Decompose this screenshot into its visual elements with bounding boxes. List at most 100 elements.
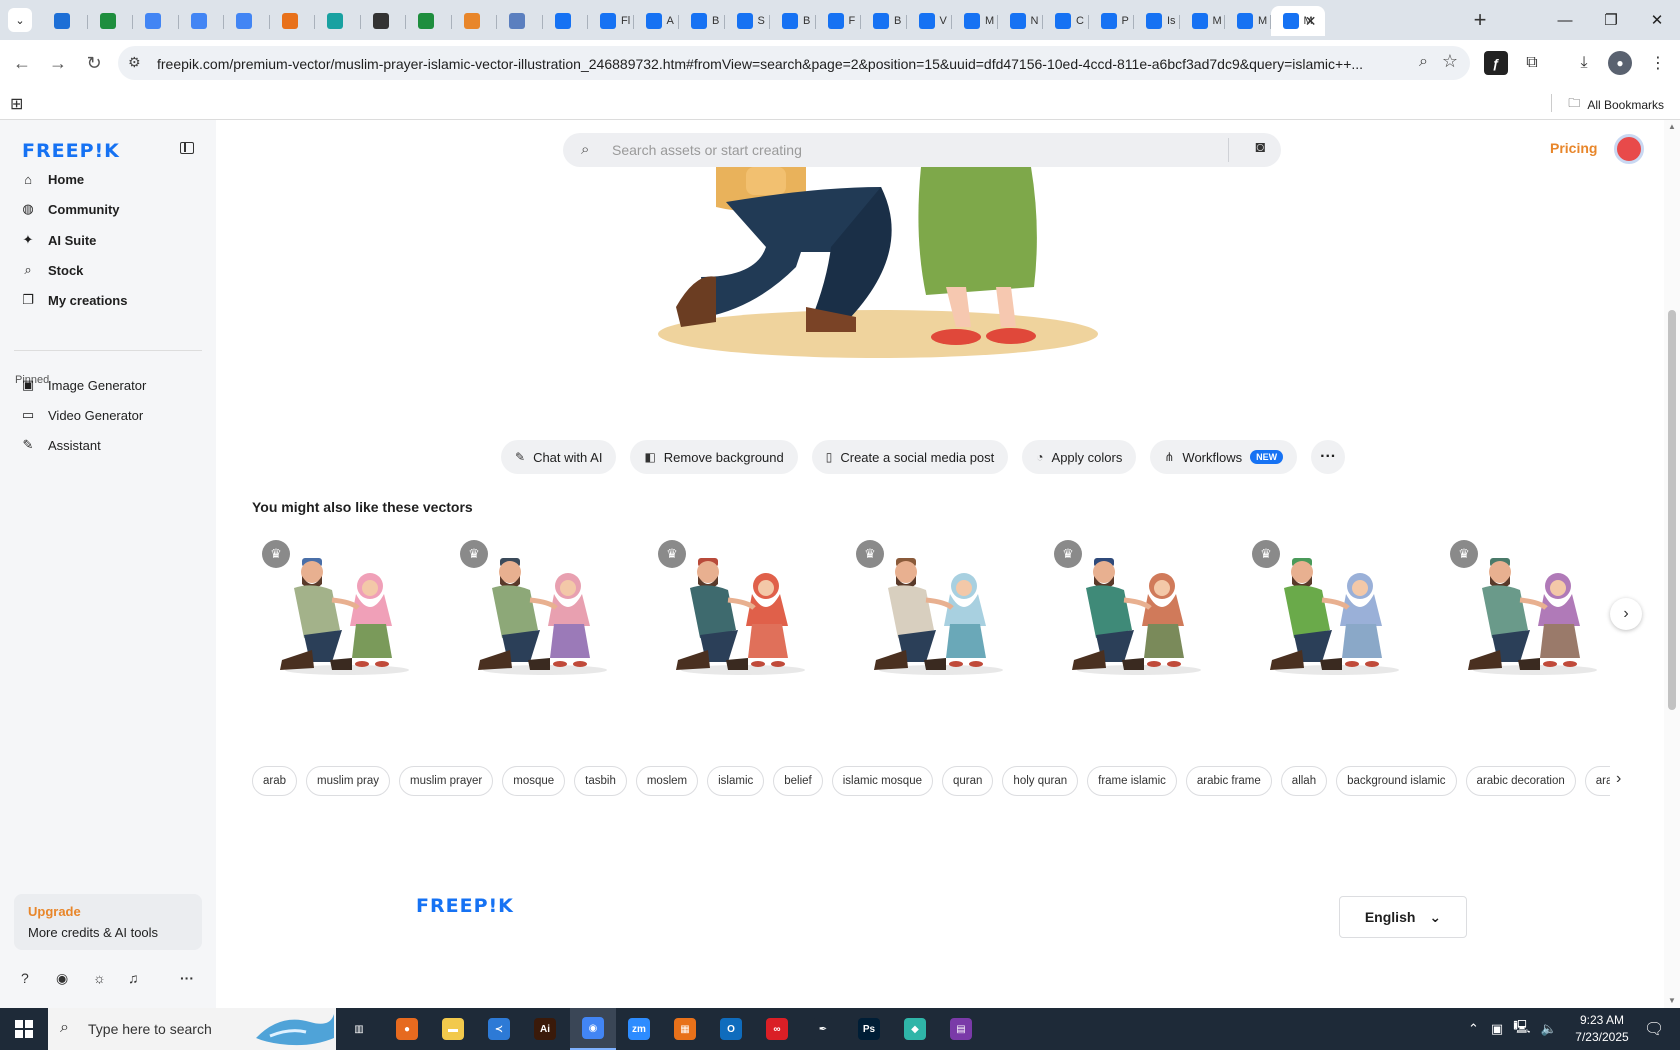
tag-chip[interactable]: arabic frame bbox=[1185, 766, 1272, 796]
browser-tab[interactable]: Fl bbox=[588, 6, 634, 36]
screen-capture-icon[interactable]: ▣ bbox=[1491, 1021, 1503, 1037]
tag-chip[interactable]: quran bbox=[942, 766, 994, 796]
close-window-button[interactable]: ✕ bbox=[1634, 0, 1680, 40]
browser-tab[interactable]: M bbox=[1225, 6, 1271, 36]
create-a-social-media-post-button[interactable]: ▯ Create a social media post bbox=[811, 440, 1009, 474]
sidebar-collapse-icon[interactable] bbox=[180, 142, 194, 154]
browser-tab[interactable] bbox=[42, 6, 88, 36]
search-input[interactable]: ⌕ Search assets or start creating ◙ bbox=[563, 133, 1281, 167]
taskbar-app-app-teal[interactable]: ◆ bbox=[892, 1008, 938, 1050]
forward-button[interactable]: → bbox=[44, 49, 72, 77]
tag-chip[interactable]: arabic o bbox=[1584, 766, 1610, 796]
bookmark-star-icon[interactable]: ☆ bbox=[1442, 51, 1458, 72]
close-tab-icon[interactable]: ✕ bbox=[1305, 13, 1317, 30]
related-vector-card[interactable]: ♛ bbox=[1242, 530, 1422, 680]
sidebar-item-stock[interactable]: ⌕ Stock bbox=[20, 257, 83, 283]
tag-chip[interactable]: islamic bbox=[707, 766, 765, 796]
reload-button[interactable]: ↻ bbox=[80, 49, 108, 77]
network-icon[interactable]: 🖳 bbox=[1513, 1018, 1530, 1040]
new-tab-button[interactable]: + bbox=[1465, 6, 1495, 34]
browser-tab[interactable] bbox=[88, 6, 134, 36]
browser-tab[interactable] bbox=[543, 6, 589, 36]
tab-search-button[interactable]: ⌄ bbox=[8, 8, 32, 32]
related-vector-card[interactable]: ♛ bbox=[846, 530, 1026, 680]
tag-chip[interactable]: tasbih bbox=[574, 766, 627, 796]
help-icon[interactable]: ? bbox=[21, 970, 29, 986]
browser-tab[interactable] bbox=[406, 6, 452, 36]
tag-chip[interactable]: arab bbox=[252, 766, 298, 796]
workflows-button[interactable]: ⋔ Workflows NEW bbox=[1150, 440, 1298, 474]
freepik-logo[interactable]: FREEP!K bbox=[22, 140, 120, 162]
related-vector-card[interactable]: ♛ bbox=[450, 530, 630, 680]
sidebar-item-ai-suite[interactable]: ✦ AI Suite bbox=[20, 227, 97, 253]
tag-chip[interactable]: mosque bbox=[502, 766, 566, 796]
browser-tab[interactable] bbox=[270, 6, 316, 36]
browser-tab[interactable]: Is bbox=[1134, 6, 1180, 36]
browser-tab[interactable] bbox=[361, 6, 407, 36]
more-options-icon[interactable]: ··· bbox=[180, 970, 194, 986]
language-select[interactable]: English ⌄ bbox=[1339, 896, 1467, 938]
remove-background-button[interactable]: ◧ Remove background bbox=[630, 440, 798, 474]
url-text[interactable]: freepik.com/premium-vector/muslim-prayer… bbox=[157, 56, 1397, 72]
browser-tab[interactable]: B bbox=[679, 6, 725, 36]
all-bookmarks-button[interactable]: 🗀 All Bookmarks bbox=[1568, 94, 1664, 115]
taskbar-app-illustrator[interactable]: Ai bbox=[522, 1008, 568, 1050]
tag-chip[interactable]: muslim prayer bbox=[399, 766, 494, 796]
browser-tab[interactable]: N bbox=[998, 6, 1044, 36]
taskbar-app-task-view[interactable]: ▥ bbox=[336, 1008, 382, 1050]
browser-tab[interactable]: B bbox=[861, 6, 907, 36]
extensions-puzzle-icon[interactable]: ⧉ bbox=[1520, 51, 1544, 75]
minimize-button[interactable]: — bbox=[1542, 0, 1588, 40]
profile-avatar[interactable]: ● bbox=[1608, 51, 1632, 75]
extension-icon[interactable]: ƒ bbox=[1484, 51, 1508, 75]
taskbar-app-zoom[interactable]: zm bbox=[616, 1008, 662, 1050]
browser-tab[interactable]: M bbox=[1180, 6, 1226, 36]
tag-chip[interactable]: allah bbox=[1280, 766, 1328, 796]
apps-grid-icon[interactable]: ⊞ bbox=[10, 94, 23, 114]
sidebar-item-my-creations[interactable]: ❐ My creations bbox=[20, 287, 127, 313]
related-vector-card[interactable]: ♛ bbox=[648, 530, 828, 680]
tag-chip[interactable]: arabic decoration bbox=[1465, 766, 1576, 796]
scroll-up-icon[interactable]: ▲ bbox=[1668, 122, 1676, 131]
browser-tab[interactable] bbox=[179, 6, 225, 36]
sidebar-item-home[interactable]: ⌂ Home bbox=[20, 166, 84, 192]
discord-icon[interactable]: ◉ bbox=[56, 970, 68, 987]
related-vector-card[interactable]: ♛ bbox=[1044, 530, 1224, 680]
show-hidden-icons-icon[interactable]: ⌃ bbox=[1468, 1021, 1479, 1037]
browser-tab[interactable]: B bbox=[770, 6, 816, 36]
tag-chip[interactable]: holy quran bbox=[1002, 766, 1079, 796]
site-info-icon[interactable]: ⚙ bbox=[128, 54, 141, 71]
footer-freepik-logo[interactable]: FREEP!K bbox=[416, 895, 514, 917]
browser-tab[interactable]: M bbox=[952, 6, 998, 36]
tag-chip[interactable]: frame islamic bbox=[1087, 766, 1177, 796]
notifications-bell-icon[interactable]: ♫ bbox=[128, 970, 139, 986]
taskbar-app-pen-tool[interactable]: ✒ bbox=[800, 1008, 846, 1050]
tag-chip[interactable]: belief bbox=[773, 766, 823, 796]
related-vector-card[interactable]: ♛ bbox=[252, 530, 432, 680]
taskbar-app-photoshop[interactable]: Ps bbox=[846, 1008, 892, 1050]
back-button[interactable]: ← bbox=[8, 49, 36, 77]
taskbar-app-winrar[interactable]: ▤ bbox=[938, 1008, 984, 1050]
tag-chip[interactable]: moslem bbox=[635, 766, 699, 796]
browser-tab[interactable] bbox=[497, 6, 543, 36]
tags-next-chevron-icon[interactable]: › bbox=[1616, 770, 1621, 788]
browser-tab[interactable]: S bbox=[725, 6, 771, 36]
tag-chip[interactable]: background islamic bbox=[1336, 766, 1457, 796]
browser-tab-active[interactable]: M ✕ bbox=[1270, 6, 1325, 36]
tag-chip[interactable]: islamic mosque bbox=[831, 766, 933, 796]
taskbar-app-creative-cloud[interactable]: ∞ bbox=[754, 1008, 800, 1050]
browser-tab[interactable]: P bbox=[1089, 6, 1135, 36]
zoom-icon[interactable]: ⌕ bbox=[1419, 53, 1428, 71]
taskbar-app-outlook[interactable]: O bbox=[708, 1008, 754, 1050]
browser-tab[interactable]: A bbox=[634, 6, 680, 36]
scrollbar-thumb[interactable] bbox=[1668, 310, 1676, 710]
download-icon[interactable]: ⤓ bbox=[1572, 51, 1596, 75]
theme-toggle-icon[interactable]: ☼ bbox=[93, 970, 106, 986]
browser-tab[interactable]: V bbox=[907, 6, 953, 36]
apply-colors-button[interactable]: ◔ Apply colors bbox=[1022, 440, 1137, 474]
camera-icon[interactable]: ◙ bbox=[1255, 139, 1265, 157]
chat-with-ai-button[interactable]: ✎ Chat with AI bbox=[501, 440, 617, 474]
sidebar-item-community[interactable]: ◍ Community bbox=[20, 196, 119, 222]
notifications-icon[interactable]: 🗨 bbox=[1644, 1008, 1664, 1050]
upgrade-card[interactable]: Upgrade More credits & AI tools bbox=[14, 894, 202, 950]
